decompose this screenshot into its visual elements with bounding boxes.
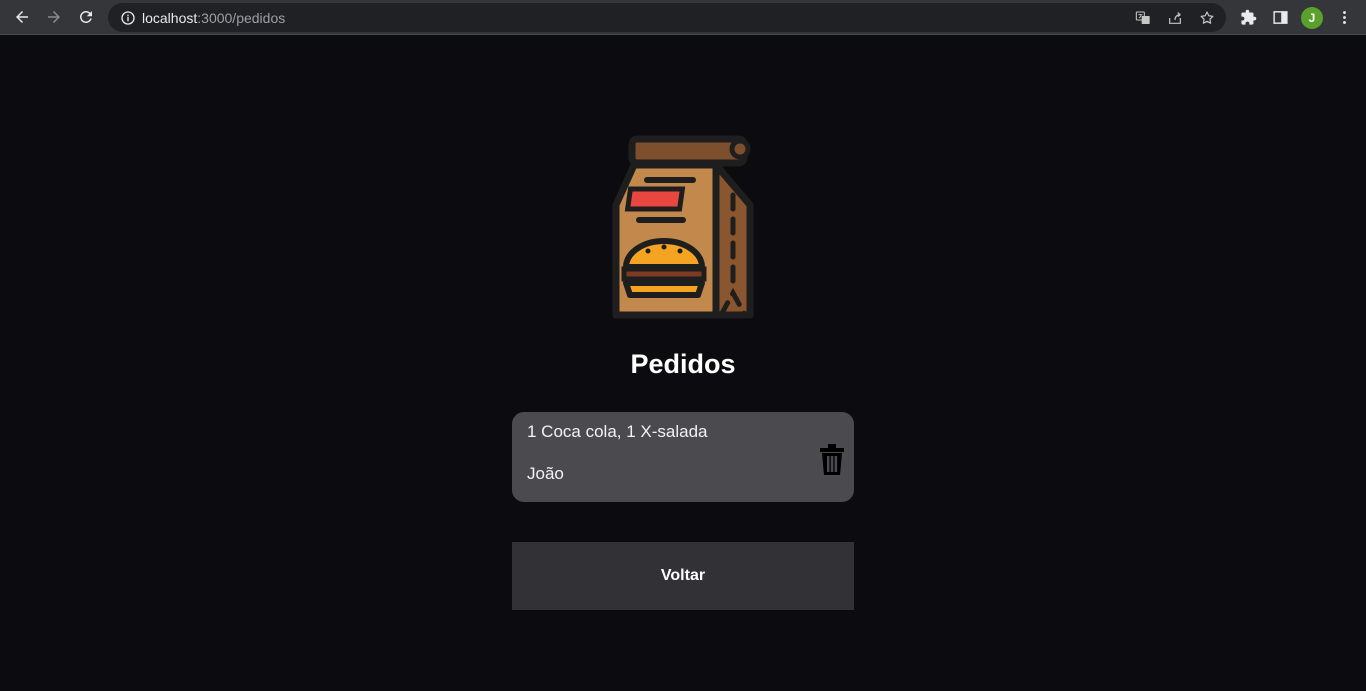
translate-button[interactable]: [1132, 7, 1154, 29]
side-panel-icon: [1272, 11, 1288, 24]
share-icon: [1169, 11, 1181, 24]
extensions-button[interactable]: [1236, 6, 1260, 30]
trash-icon[interactable]: [818, 444, 846, 476]
side-panel-button[interactable]: [1268, 6, 1292, 30]
food-bag-logo-icon: [612, 135, 754, 319]
menu-button[interactable]: [1332, 6, 1356, 30]
order-items-text: 1 Coca cola, 1 X-salada: [527, 422, 708, 441]
arrow-left-icon: [16, 11, 28, 23]
address-bar[interactable]: localhost:3000/pedidos: [108, 3, 1226, 32]
back-button[interactable]: Voltar: [512, 542, 854, 610]
orders-page: Pedidos 1 Coca cola, 1 X-salada João Vol…: [0, 36, 1366, 691]
bookmark-button[interactable]: [1196, 7, 1218, 29]
arrow-right-icon: [48, 11, 60, 23]
star-icon: [1200, 10, 1214, 24]
reload-button[interactable]: [70, 0, 102, 35]
forward-nav-button[interactable]: [38, 0, 70, 35]
info-icon[interactable]: [120, 10, 136, 26]
order-card: 1 Coca cola, 1 X-salada João: [512, 412, 854, 502]
avatar: J: [1301, 6, 1323, 29]
share-button[interactable]: [1164, 7, 1186, 29]
back-nav-button[interactable]: [6, 0, 38, 35]
page-title: Pedidos: [630, 349, 736, 379]
url-text[interactable]: localhost:3000/pedidos: [142, 10, 285, 26]
kebab-menu-icon: [1342, 11, 1346, 24]
puzzle-icon: [1240, 9, 1256, 25]
url-host: localhost: [142, 9, 198, 26]
reload-icon: [79, 10, 92, 23]
url-path: :3000/pedidos: [197, 9, 286, 26]
profile-button[interactable]: J: [1300, 6, 1324, 30]
translate-icon: [1135, 10, 1150, 24]
order-client-name: João: [527, 464, 564, 483]
browser-toolbar: localhost:3000/pedidos J: [0, 0, 1366, 35]
